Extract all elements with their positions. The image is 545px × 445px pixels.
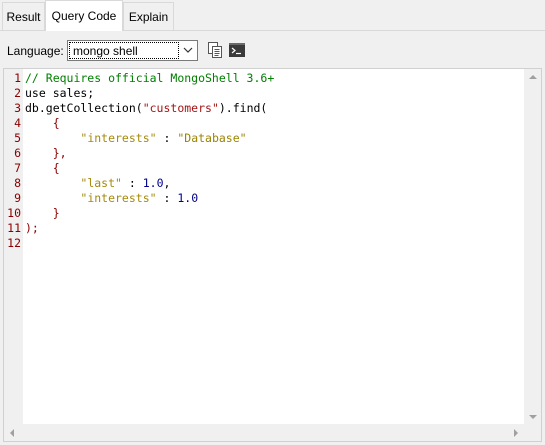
code-token: // Requires official MongoShell 3.6+: [25, 71, 275, 85]
code-token: "interests": [80, 131, 157, 145]
code-token: "interests": [80, 191, 157, 205]
line-number: 3: [14, 101, 21, 115]
line-number: 8: [14, 176, 21, 190]
code-token: },: [25, 146, 67, 160]
code-line: }: [25, 206, 60, 221]
code-line: {: [25, 116, 60, 131]
line-number: 7: [14, 161, 21, 175]
code-token: );: [25, 221, 39, 235]
scrollbar-corner: [524, 424, 541, 441]
scroll-up-icon[interactable]: [529, 75, 537, 79]
scroll-left-icon[interactable]: [10, 429, 14, 437]
horizontal-scrollbar[interactable]: [4, 424, 524, 441]
code-token: "customers": [142, 101, 219, 115]
code-token: :: [156, 131, 178, 145]
line-number: 5: [14, 131, 21, 145]
code-area[interactable]: // Requires official MongoShell 3.6+ use …: [23, 69, 523, 425]
tab-bar: Result Query Code Explain: [0, 0, 545, 31]
line-number: 6: [14, 146, 21, 160]
vertical-scrollbar[interactable]: [524, 69, 541, 425]
copy-icon[interactable]: [206, 41, 224, 59]
language-select-focus: mongo shell: [69, 42, 179, 59]
language-select-value: mongo shell: [73, 44, 138, 58]
code-token: "last": [80, 176, 122, 190]
mongo-shell-icon[interactable]: [228, 41, 246, 59]
code-token: 1.0: [177, 191, 199, 205]
code-token: ).find(: [218, 101, 268, 115]
code-line: db.getCollection("customers").find(: [25, 101, 267, 116]
chevron-down-icon: [183, 47, 193, 53]
line-number: 1: [14, 71, 21, 85]
code-token: "Database": [177, 131, 247, 145]
tab-query-code[interactable]: Query Code: [45, 0, 123, 31]
code-line: "interests" : 1.0: [25, 191, 198, 206]
code-line: use sales;: [25, 86, 94, 101]
code-token: {: [25, 116, 60, 130]
code-token: }: [25, 206, 60, 220]
code-token: db.getCollection(: [25, 101, 143, 115]
toolbar: Language: mongo shell: [0, 33, 545, 67]
code-token: {: [25, 161, 60, 175]
scroll-right-icon[interactable]: [514, 429, 518, 437]
code-line: "last" : 1.0,: [25, 176, 170, 191]
code-token: :: [156, 191, 178, 205]
scroll-down-icon[interactable]: [529, 415, 537, 419]
line-number: 12: [7, 236, 21, 250]
code-line: );: [25, 221, 39, 236]
line-number: 11: [7, 221, 21, 235]
tab-explain[interactable]: Explain: [123, 2, 174, 30]
line-number: 9: [14, 191, 21, 205]
code-line: {: [25, 161, 60, 176]
language-label: Language:: [7, 44, 64, 58]
line-number: 4: [14, 116, 21, 130]
line-number: 2: [14, 86, 21, 100]
line-number-gutter: 1 2 3 4 5 6 7 8 9 10 11 12: [4, 69, 23, 425]
code-token: 1.0: [142, 176, 164, 190]
code-editor[interactable]: 1 2 3 4 5 6 7 8 9 10 11 12 // Requires official Mon…: [3, 68, 542, 442]
code-line: // Requires official MongoShell 3.6+: [25, 71, 274, 86]
code-token: ,: [163, 176, 171, 190]
code-line: "interests" : "Database": [25, 131, 247, 146]
code-token: :: [121, 176, 143, 190]
code-line: },: [25, 146, 67, 161]
line-number: 10: [7, 206, 21, 220]
tab-result[interactable]: Result: [2, 2, 45, 30]
code-token: use sales;: [25, 86, 95, 100]
language-select[interactable]: mongo shell: [67, 40, 198, 61]
